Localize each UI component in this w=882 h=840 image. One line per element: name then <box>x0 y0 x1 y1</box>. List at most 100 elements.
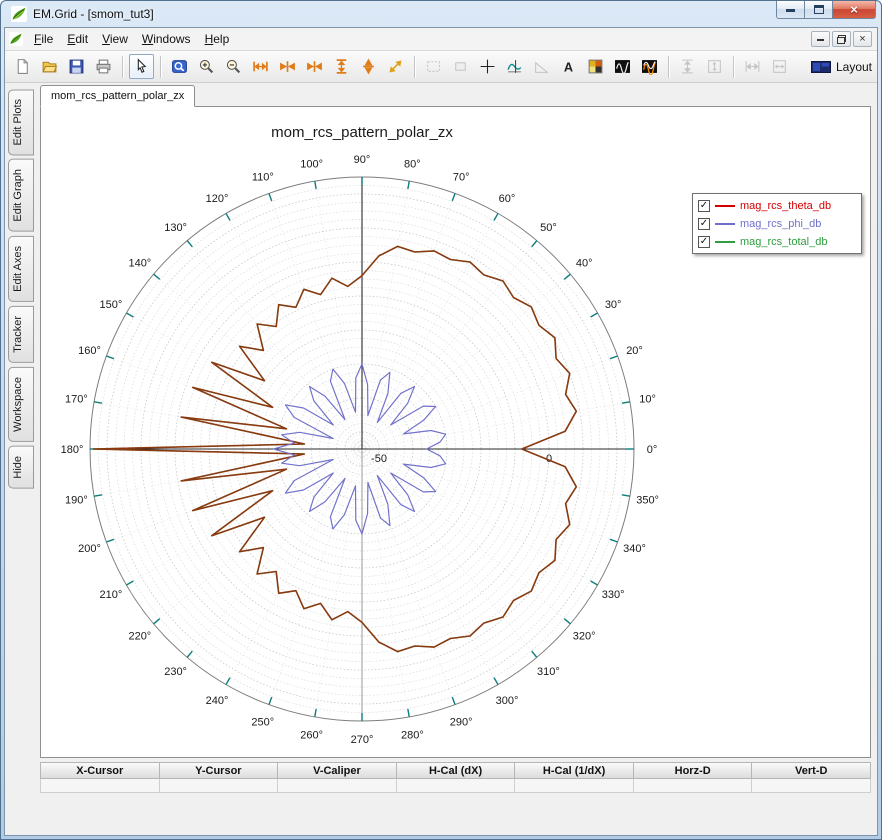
legend-line-sample <box>715 240 735 243</box>
zoom-in-button[interactable] <box>194 54 219 79</box>
compress-x-button[interactable] <box>302 54 327 79</box>
minimize-icon <box>786 7 795 12</box>
svg-text:50°: 50° <box>540 222 557 234</box>
autoscale-button[interactable] <box>383 54 408 79</box>
toolbar-separator <box>733 55 734 78</box>
window-maximize-button[interactable] <box>805 1 832 19</box>
menu-item-file[interactable]: File <box>27 28 60 50</box>
expand-y-icon <box>363 58 374 75</box>
svg-text:290°: 290° <box>450 717 473 729</box>
sidebar: Edit Plots Edit Graph Edit Axes Tracker Work… <box>5 83 38 835</box>
legend-checkbox[interactable]: ✓ <box>698 217 710 230</box>
sidebar-tab-hide[interactable]: Hide <box>8 445 34 489</box>
toolbar-separator <box>160 55 161 78</box>
toolbar-separator <box>414 55 415 78</box>
selection-box-icon <box>427 61 440 72</box>
svg-text:90°: 90° <box>354 154 371 166</box>
client-area: Edit Plots Edit Graph Edit Axes Tracker Work… <box>5 83 877 835</box>
sidebar-tab-edit-axes[interactable]: Edit Axes <box>8 236 34 302</box>
sidebar-tab-workspace[interactable]: Workspace <box>8 366 34 442</box>
fit-width-button <box>767 54 792 79</box>
svg-text:30°: 30° <box>605 299 622 311</box>
document-tab[interactable]: mom_rcs_pattern_polar_zx <box>40 85 196 107</box>
child-minimize-icon <box>817 37 824 41</box>
tracker-curve-icon <box>507 60 522 73</box>
legend-item: ✓ mag_rcs_total_db <box>698 234 856 249</box>
menu-bar: File Edit View Windows Help × <box>5 28 877 51</box>
legend-line-sample <box>715 204 735 207</box>
child-close-button[interactable]: × <box>853 31 872 47</box>
legend-line-sample <box>715 222 735 225</box>
menu-items: File Edit View Windows Help <box>27 28 236 50</box>
menu-item-windows[interactable]: Windows <box>135 28 198 50</box>
zoom-out-button[interactable] <box>221 54 246 79</box>
colormap-icon <box>588 59 603 74</box>
svg-text:A: A <box>564 59 573 74</box>
legend-label: mag_rcs_theta_db <box>740 199 832 212</box>
child-restore-button[interactable] <box>832 31 851 47</box>
cursor-readout-bar: X-Cursor Y-Cursor V-Caliper H-Cal (dX) H-Cal… <box>40 762 872 793</box>
svg-text:230°: 230° <box>164 666 187 678</box>
fit-height-button <box>702 54 727 79</box>
menu-item-help[interactable]: Help <box>198 28 237 50</box>
zoom-window-button[interactable] <box>167 54 192 79</box>
slope-marker-button <box>529 54 554 79</box>
legend-item: ✓ mag_rcs_theta_db <box>698 198 856 213</box>
fit-width-icon <box>773 60 786 73</box>
svg-text:130°: 130° <box>164 222 187 234</box>
child-minimize-button[interactable] <box>811 31 830 47</box>
crosshair-button[interactable] <box>475 54 500 79</box>
sidebar-tab-edit-graph[interactable]: Edit Graph <box>8 159 34 233</box>
menu-item-view[interactable]: View <box>95 28 135 50</box>
readout-col-v-caliper: V-Caliper <box>278 762 397 779</box>
sidebar-tab-edit-plots[interactable]: Edit Plots <box>8 89 34 156</box>
window-title: EM.Grid - [smom_tut3] <box>33 7 154 21</box>
child-restore-icon <box>837 34 846 44</box>
legend-checkbox[interactable]: ✓ <box>698 199 710 212</box>
zoom-x-out-button[interactable] <box>248 54 273 79</box>
select-tool-button[interactable] <box>129 54 154 79</box>
open-file-button[interactable] <box>37 54 62 79</box>
toolbar: A Layout <box>5 51 877 83</box>
pan-vertical-icon <box>682 59 693 74</box>
zoom-out-icon <box>226 59 241 74</box>
svg-text:10°: 10° <box>639 394 656 406</box>
app-window: EM.Grid - [smom_tut3] × File Edit View Wind… <box>0 0 882 840</box>
legend-checkbox[interactable]: ✓ <box>698 235 710 248</box>
window-minimize-button[interactable] <box>776 1 805 19</box>
window-controls: × <box>776 1 876 27</box>
window-close-button[interactable]: × <box>832 1 876 19</box>
expand-x-button[interactable] <box>275 54 300 79</box>
zoom-in-icon <box>199 59 214 74</box>
tracker-tool-button[interactable] <box>502 54 527 79</box>
svg-text:100°: 100° <box>300 158 323 170</box>
expand-y-button[interactable] <box>356 54 381 79</box>
menu-item-edit[interactable]: Edit <box>60 28 95 50</box>
svg-text:-50: -50 <box>371 453 387 465</box>
text-annotation-button[interactable]: A <box>556 54 581 79</box>
app-logo-small-icon <box>9 32 23 46</box>
title-bar[interactable]: EM.Grid - [smom_tut3] × <box>4 1 878 27</box>
waveform-color-button[interactable] <box>637 54 662 79</box>
svg-text:120°: 120° <box>206 193 229 205</box>
legend: ✓ mag_rcs_theta_db ✓ mag_rcs_phi_db ✓ mag_rcs… <box>692 193 862 254</box>
child-window-controls: × <box>811 31 873 47</box>
svg-text:70°: 70° <box>453 171 470 183</box>
save-button[interactable] <box>64 54 89 79</box>
sidebar-tab-tracker[interactable]: Tracker <box>8 305 34 363</box>
waveform-dark-button[interactable] <box>610 54 635 79</box>
legend-label: mag_rcs_phi_db <box>740 217 822 230</box>
layout-button[interactable]: Layout <box>805 58 872 76</box>
svg-text:190°: 190° <box>65 494 88 506</box>
triangle-marker-icon <box>535 61 549 73</box>
zoom-y-out-button[interactable] <box>329 54 354 79</box>
svg-text:330°: 330° <box>602 589 625 601</box>
new-file-button[interactable] <box>10 54 35 79</box>
svg-text:60°: 60° <box>499 193 516 205</box>
readout-value-h-cal-dx <box>396 779 516 793</box>
colormap-button[interactable] <box>583 54 608 79</box>
svg-text:160°: 160° <box>78 345 101 357</box>
readout-col-x-cursor: X-Cursor <box>40 762 160 779</box>
print-button[interactable] <box>91 54 116 79</box>
main-area: mom_rcs_pattern_polar_zx mom_rcs_pattern… <box>38 83 877 835</box>
